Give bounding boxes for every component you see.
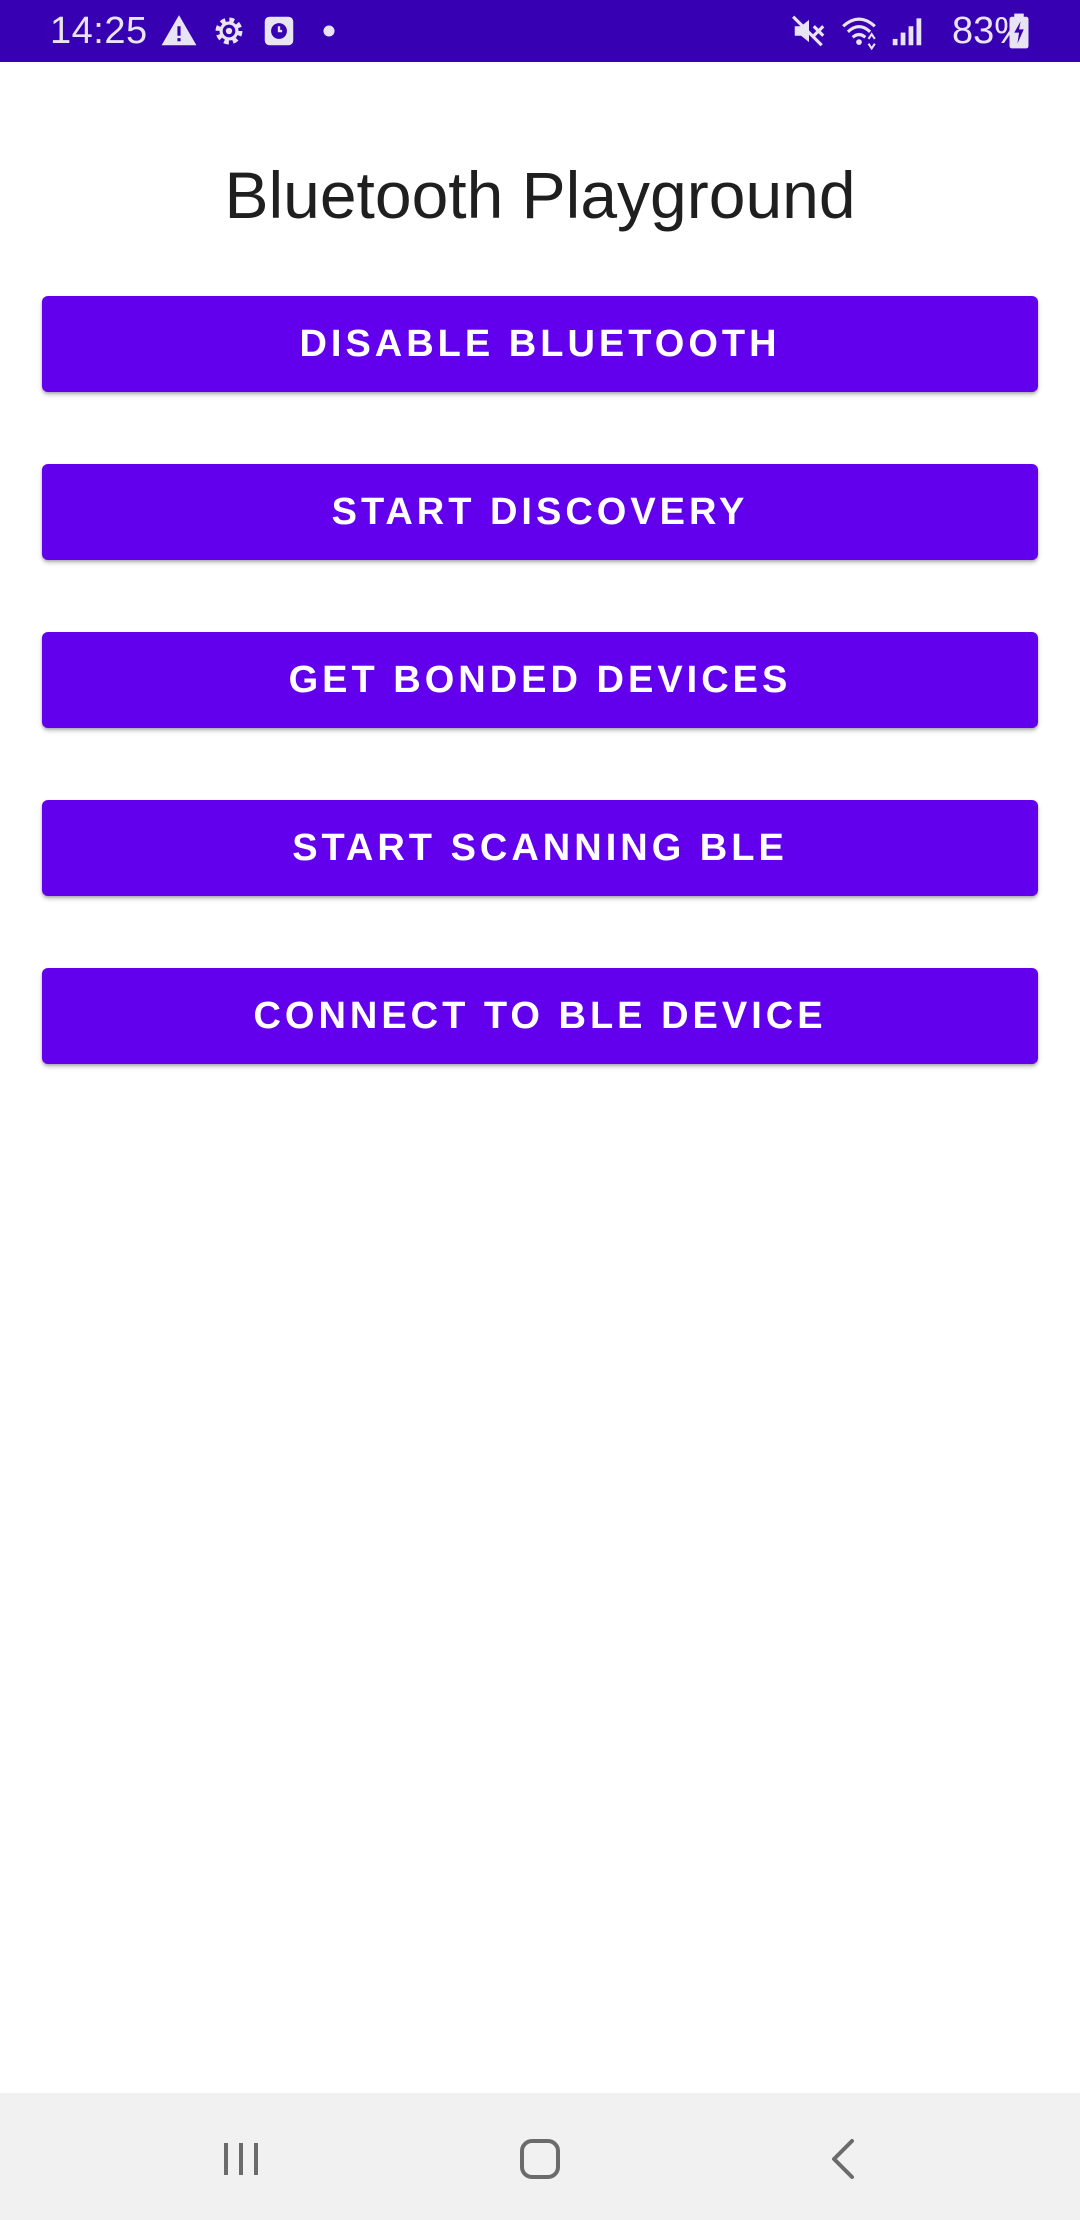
- recents-icon[interactable]: [201, 2119, 281, 2199]
- mute-icon: [790, 12, 828, 50]
- dot-icon: [310, 12, 348, 50]
- back-icon[interactable]: [804, 2119, 884, 2199]
- navigation-bar: [0, 2093, 1080, 2220]
- start-discovery-button[interactable]: START DISCOVERY: [42, 464, 1038, 560]
- status-bar: 14:25 83%: [0, 0, 1080, 62]
- status-time: 14:25: [50, 10, 148, 52]
- disable-bluetooth-button[interactable]: DISABLE BLUETOOTH: [42, 296, 1038, 392]
- connect-to-ble-device-button[interactable]: CONNECT TO BLE DEVICE: [42, 968, 1038, 1064]
- gear-icon: [210, 12, 248, 50]
- home-icon[interactable]: [500, 2119, 580, 2199]
- page-title: Bluetooth Playground: [224, 158, 856, 232]
- wifi-icon: [838, 12, 880, 50]
- warning-icon: [160, 12, 198, 50]
- battery-charging-icon: [1006, 12, 1032, 50]
- clock-app-icon: [260, 12, 298, 50]
- get-bonded-devices-button[interactable]: GET BONDED DEVICES: [42, 632, 1038, 728]
- start-scanning-ble-button[interactable]: START SCANNING BLE: [42, 800, 1038, 896]
- signal-icon: [888, 12, 926, 50]
